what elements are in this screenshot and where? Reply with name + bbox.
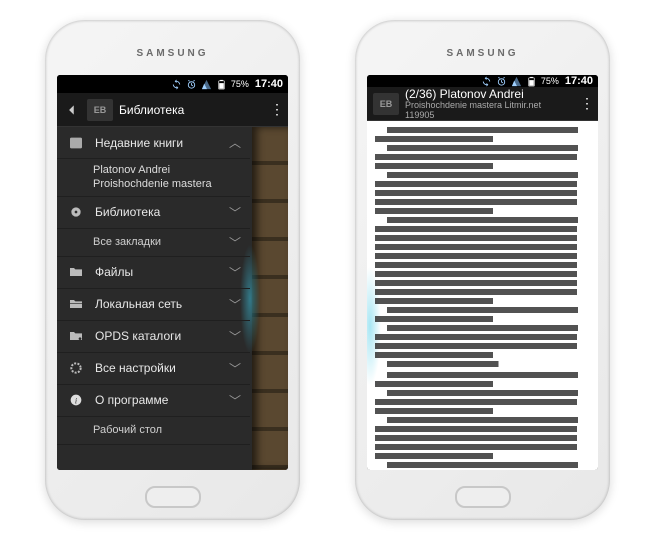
svg-text:i: i (75, 396, 77, 405)
alarm-icon (186, 79, 197, 90)
menu-label: Рабочий стол (93, 424, 242, 436)
menu-item-settings[interactable]: Все настройки ﹀ (57, 353, 250, 385)
back-button[interactable] (57, 103, 87, 117)
gear-icon (67, 359, 85, 377)
app-small-icon (67, 134, 85, 152)
chevron-down-icon: ﹀ (228, 264, 242, 281)
screen-right: 75% 17:40 EB (2/36) Platonov Andrei Proi… (367, 75, 598, 470)
sync-icon (481, 76, 492, 87)
screen-left: 75% 17:40 EB Библиотека ⋮ Недавние книги… (57, 75, 288, 470)
chevron-down-icon: ﹀ (228, 234, 242, 251)
menu-item-recent[interactable]: Недавние книги ︿ (57, 127, 250, 159)
app-logo-icon: EB (87, 99, 113, 121)
menu-label: Все настройки (95, 361, 228, 375)
book-title: Proishochdenie mastera (93, 177, 242, 191)
menu-label: OPDS каталоги (95, 329, 228, 343)
menu-item-about[interactable]: i О программе ﹀ (57, 385, 250, 417)
status-bar: 75% 17:40 (367, 75, 598, 87)
info-icon: i (67, 391, 85, 409)
status-clock: 17:40 (255, 78, 283, 90)
alarm-icon (496, 76, 507, 87)
folder-icon (67, 263, 85, 281)
overflow-menu-button[interactable]: ⋮ (266, 101, 288, 118)
app-logo-icon[interactable]: EB (373, 93, 399, 115)
chevron-down-icon: ﹀ (228, 296, 242, 313)
menu-label: Файлы (95, 265, 228, 279)
chevron-down-icon: ﹀ (228, 392, 242, 409)
chevron-up-icon: ︿ (228, 134, 242, 151)
sidebar-body: Недавние книги ︿ Platonov Andrei Proisho… (57, 127, 288, 470)
reading-header-title: (2/36) Platonov Andrei Proishochdenie ma… (405, 87, 576, 121)
catalog-icon (67, 327, 85, 345)
chevron-down-icon: ﹀ (228, 204, 242, 221)
home-button[interactable] (455, 486, 511, 508)
reading-page[interactable] (367, 121, 598, 470)
device-brand: SAMSUNG (355, 48, 610, 59)
status-bar: 75% 17:40 (57, 75, 288, 93)
menu-label: Локальная сеть (95, 297, 228, 311)
menu-item-desktop[interactable]: Рабочий стол (57, 417, 250, 445)
network-icon (67, 295, 85, 313)
library-icon (67, 203, 85, 221)
phone-mockup-left: SAMSUNG 75% 17:40 EB Библиотека ⋮ Недавн… (45, 20, 300, 520)
menu-label: Все закладки (93, 236, 228, 248)
signal-icon (511, 76, 522, 87)
signal-icon (201, 79, 212, 90)
battery-icon (216, 79, 227, 90)
menu-item-library[interactable]: Библиотека ﹀ (57, 197, 250, 229)
header-line1: (2/36) Platonov Andrei (405, 87, 524, 101)
menu-label: Недавние книги (95, 136, 228, 150)
menu-item-lan[interactable]: Локальная сеть ﹀ (57, 289, 250, 321)
battery-percent: 75% (541, 76, 559, 86)
phone-mockup-right: SAMSUNG 75% 17:40 EB (2/36) Platonov And… (355, 20, 610, 520)
sync-icon (171, 79, 182, 90)
menu-item-files[interactable]: Файлы ﹀ (57, 257, 250, 289)
header-title: Библиотека (119, 103, 266, 117)
header-line3: 119905 (405, 111, 576, 121)
chevron-down-icon: ﹀ (228, 360, 242, 377)
app-header: EB (2/36) Platonov Andrei Proishochdenie… (367, 87, 598, 121)
menu-label: О программе (95, 393, 228, 407)
device-brand: SAMSUNG (45, 48, 300, 59)
menu-item-bookmarks[interactable]: Все закладки ﹀ (57, 229, 250, 257)
overflow-menu-button[interactable]: ⋮ (576, 95, 598, 112)
battery-percent: 75% (231, 79, 249, 89)
status-clock: 17:40 (565, 75, 593, 87)
battery-icon (526, 76, 537, 87)
recent-book-item[interactable]: Platonov Andrei Proishochdenie mastera (57, 159, 250, 197)
menu-list: Недавние книги ︿ Platonov Andrei Proisho… (57, 127, 288, 445)
chevron-down-icon: ﹀ (228, 328, 242, 345)
app-header: EB Библиотека ⋮ (57, 93, 288, 127)
menu-item-opds[interactable]: OPDS каталоги ﹀ (57, 321, 250, 353)
home-button[interactable] (145, 486, 201, 508)
book-author: Platonov Andrei (93, 163, 242, 177)
menu-label: Библиотека (95, 205, 228, 219)
